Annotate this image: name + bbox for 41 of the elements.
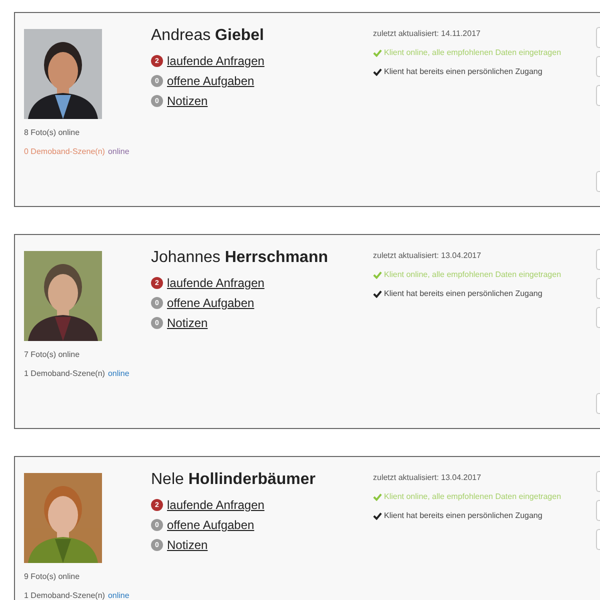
action-button[interactable] — [596, 171, 600, 192]
client-name: Andreas Giebel — [151, 27, 265, 45]
updated-date: zuletzt aktualisiert: 14.11.2017 — [373, 29, 482, 38]
online-link[interactable]: online — [108, 591, 130, 600]
counter-link[interactable]: laufende Anfragen — [167, 276, 264, 290]
status-text: Klient hat bereits einen persönlichen Zugang — [384, 67, 542, 76]
client-name: Nele Hollinderbäumer — [151, 471, 316, 489]
counter-link[interactable]: laufende Anfragen — [167, 54, 264, 68]
photo-count: 9 Foto(s) online — [24, 572, 81, 581]
counter-link[interactable]: offene Aufgaben — [167, 74, 254, 88]
action-button[interactable] — [596, 278, 600, 299]
action-button[interactable] — [596, 529, 600, 550]
status-text: Klient online, alle empfohlenen Daten eingetragen — [384, 270, 562, 279]
photo-count: 7 Foto(s) online — [24, 350, 81, 359]
counter-link[interactable]: offene Aufgaben — [167, 518, 254, 532]
status-text: Klient hat bereits einen persönlichen Zugang — [384, 289, 542, 298]
action-button[interactable] — [596, 471, 600, 492]
status-text: Klient online, alle empfohlenen Daten eingetragen — [384, 48, 562, 57]
action-button[interactable] — [596, 307, 600, 328]
updated-date: zuletzt aktualisiert: 13.04.2017 — [373, 473, 482, 482]
counter-link[interactable]: offene Aufgaben — [167, 296, 254, 310]
updated-date: zuletzt aktualisiert: 13.04.2017 — [373, 251, 482, 260]
counter-link[interactable]: Notizen — [167, 94, 208, 108]
demo-count: 1 Demoband-Szene(n) — [24, 591, 105, 600]
action-button[interactable] — [596, 249, 600, 270]
action-button[interactable] — [596, 85, 600, 106]
action-button[interactable] — [596, 500, 600, 521]
counter-link[interactable]: Notizen — [167, 316, 208, 330]
online-link[interactable]: online — [108, 369, 130, 378]
counter-link[interactable]: laufende Anfragen — [167, 498, 264, 512]
client-name: Johannes Herrschmann — [151, 249, 329, 267]
demo-count: 1 Demoband-Szene(n) — [24, 369, 105, 378]
action-button[interactable] — [596, 27, 600, 48]
action-button[interactable] — [596, 56, 600, 77]
action-button[interactable] — [596, 393, 600, 414]
online-link[interactable]: online — [108, 147, 130, 156]
counter-link[interactable]: Notizen — [167, 538, 208, 552]
status-text: Klient online, alle empfohlenen Daten eingetragen — [384, 492, 562, 501]
demo-count: 0 Demoband-Szene(n) — [24, 147, 105, 156]
photo-count: 8 Foto(s) online — [24, 128, 81, 137]
status-text: Klient hat bereits einen persönlichen Zugang — [384, 511, 542, 520]
